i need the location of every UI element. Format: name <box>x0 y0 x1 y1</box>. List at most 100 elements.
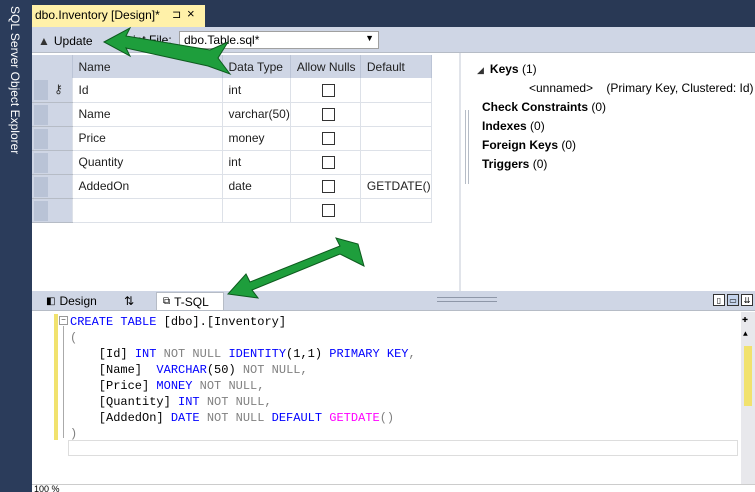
column-name-cell[interactable]: Id <box>72 78 223 103</box>
tab-design[interactable]: ◧ Design <box>40 292 103 310</box>
column-name-cell[interactable]: Name <box>72 102 223 127</box>
code-token: NOT NULL <box>156 347 229 361</box>
row-header[interactable] <box>32 150 73 175</box>
sql-server-object-explorer-panel[interactable]: SQL Server Object Explorer <box>0 0 32 492</box>
allow-nulls-cell <box>290 174 361 199</box>
code-token: NOT NULL, <box>235 363 308 377</box>
code-token: (1,1) <box>286 347 330 361</box>
default-cell[interactable] <box>360 78 432 103</box>
code-token: [AddedOn] <box>70 411 171 425</box>
row-header[interactable] <box>32 198 73 223</box>
pin-icon[interactable]: ⊐ <box>172 8 181 21</box>
foreign-keys-count: (0) <box>561 138 577 152</box>
table-row[interactable]: ⚷ Id int <box>32 78 432 103</box>
script-file-select[interactable]: dbo.Table.sql* ▼ <box>179 31 379 49</box>
allow-nulls-checkbox[interactable] <box>321 204 335 218</box>
collapse-toggle-icon[interactable]: − <box>59 316 68 325</box>
allow-nulls-checkbox[interactable] <box>321 132 335 146</box>
pane-tabs: ◧ Design ⇅ ⧉ T-SQL ▯ ▭ ⇊ <box>32 291 755 311</box>
header-allow-nulls[interactable]: Allow Nulls <box>290 55 361 78</box>
allow-nulls-checkbox[interactable] <box>321 83 335 97</box>
allow-nulls-checkbox[interactable] <box>321 108 335 122</box>
indexes-node[interactable]: Indexes (0) <box>477 117 755 136</box>
foreign-keys-node[interactable]: Foreign Keys (0) <box>477 136 755 155</box>
default-cell[interactable] <box>360 126 432 151</box>
splitter-grip[interactable] <box>465 110 469 184</box>
column-name-cell[interactable]: Quantity <box>72 150 223 175</box>
code-token: PRIMARY KEY <box>329 347 409 361</box>
upload-arrow-icon: ▲ <box>38 33 50 48</box>
data-type-cell[interactable]: date <box>222 174 291 199</box>
tab-design-label: Design <box>59 294 97 308</box>
header-data-type[interactable]: Data Type <box>222 55 291 78</box>
code-line-3: [Id] INT NOT NULL IDENTITY(1,1) PRIMARY … <box>70 346 416 362</box>
default-cell[interactable]: GETDATE() <box>360 174 432 199</box>
code-line-6: [Quantity] INT NOT NULL, <box>70 394 272 410</box>
code-token: [Name] <box>70 363 157 377</box>
code-token: NOT NULL, <box>192 379 265 393</box>
swap-panes-button[interactable]: ⇅ <box>118 292 140 310</box>
data-type-cell[interactable]: int <box>222 78 291 103</box>
update-button[interactable]: ▲ Update <box>38 32 93 49</box>
close-icon[interactable]: × <box>187 6 195 21</box>
tsql-icon: ⧉ <box>163 296 171 307</box>
editor-scrollbar[interactable]: ✚ ▲ <box>741 312 755 484</box>
table-row[interactable]: Quantity int <box>32 150 432 175</box>
script-file-label: Script File: <box>115 33 172 47</box>
vertical-split-icon[interactable]: ▯ <box>713 294 725 306</box>
row-header[interactable] <box>32 102 73 127</box>
zoom-level[interactable]: 100 % <box>34 484 60 492</box>
table-row[interactable]: AddedOn date GETDATE() <box>32 174 432 199</box>
code-token: DATE <box>170 411 200 425</box>
horizontal-splitter-grip[interactable] <box>437 297 497 302</box>
table-row[interactable]: Price money <box>32 126 432 151</box>
row-header[interactable] <box>32 174 73 199</box>
header-default[interactable]: Default <box>360 55 432 78</box>
collapse-pane-icon[interactable]: ⇊ <box>741 294 753 306</box>
default-cell[interactable] <box>360 198 432 223</box>
code-token: [Id] <box>70 347 135 361</box>
side-panel-title[interactable]: SQL Server Object Explorer <box>8 6 22 154</box>
column-name-cell[interactable]: AddedOn <box>72 174 223 199</box>
keys-node[interactable]: ◢ Keys (1) <box>477 60 755 79</box>
code-token: MONEY <box>156 379 193 393</box>
allow-nulls-checkbox[interactable] <box>321 180 335 194</box>
editor-status-bar: 100 % <box>32 484 755 492</box>
column-design-grid: Name Data Type Allow Nulls Default ⚷ Id … <box>32 53 459 291</box>
allow-nulls-checkbox[interactable] <box>321 156 335 170</box>
allow-nulls-cell <box>290 78 361 103</box>
scroll-up-icon[interactable]: ▲ <box>743 330 748 339</box>
data-type-cell[interactable]: money <box>222 126 291 151</box>
data-type-cell[interactable]: varchar(50) <box>222 102 291 127</box>
allow-nulls-cell <box>290 102 361 127</box>
vertical-splitter[interactable] <box>459 53 461 291</box>
column-name-cell[interactable]: Price <box>72 126 223 151</box>
allow-nulls-cell <box>290 198 361 223</box>
table-row-new[interactable] <box>32 198 432 223</box>
code-token: NOT NULL <box>199 411 272 425</box>
check-constraints-node[interactable]: Check Constraints (0) <box>477 98 755 117</box>
code-token: DEFAULT <box>271 411 323 425</box>
key-entry[interactable]: <unnamed> (Primary Key, Clustered: Id) <box>477 79 755 98</box>
horizontal-split-icon[interactable]: ▭ <box>727 294 739 306</box>
split-editor-icon[interactable]: ✚ <box>742 314 748 326</box>
tsql-editor[interactable]: − CREATE TABLE [dbo].[Inventory] ( [Id] … <box>32 312 755 484</box>
row-header[interactable]: ⚷ <box>32 78 73 103</box>
data-type-cell[interactable] <box>222 198 291 223</box>
code-token: () <box>379 411 395 425</box>
default-cell[interactable] <box>360 150 432 175</box>
column-name-cell[interactable] <box>72 198 223 223</box>
key-entry-name: <unnamed> <box>529 81 594 95</box>
document-tab[interactable]: dbo.Inventory [Design]* ⊐ × <box>32 5 205 27</box>
triggers-node[interactable]: Triggers (0) <box>477 155 755 174</box>
triggers-count: (0) <box>532 157 548 171</box>
default-cell[interactable] <box>360 102 432 127</box>
row-header[interactable] <box>32 126 73 151</box>
code-line-1: CREATE TABLE [dbo].[Inventory] <box>70 314 286 330</box>
data-type-cell[interactable]: int <box>222 150 291 175</box>
header-name[interactable]: Name <box>72 55 223 78</box>
script-file-value: dbo.Table.sql* <box>184 33 260 47</box>
tab-tsql[interactable]: ⧉ T-SQL <box>156 292 224 310</box>
table-row[interactable]: Name varchar(50) <box>32 102 432 127</box>
expand-triangle-icon[interactable]: ◢ <box>477 61 484 80</box>
